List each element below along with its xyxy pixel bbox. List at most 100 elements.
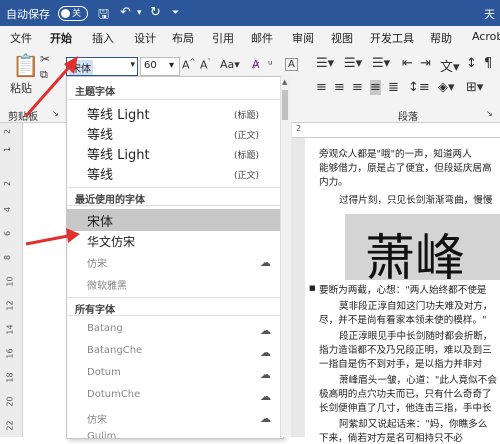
tab-file[interactable]: 文件: [10, 30, 32, 46]
borders-icon[interactable]: ⊞▾: [466, 80, 483, 95]
cloud-download-icon[interactable]: ☁: [260, 432, 271, 438]
tab-layout[interactable]: 布局: [172, 30, 194, 46]
selected-text-highlight[interactable]: 萧峰: [345, 214, 500, 287]
autosave-toggle[interactable]: 关: [58, 6, 88, 21]
font-option-name: 等线 Light: [87, 108, 150, 123]
document-line: 阿紫却又说起话来："妈，你瞧多么: [339, 419, 488, 430]
divider: [67, 99, 281, 100]
align-right-icon[interactable]: ≡: [352, 80, 363, 95]
document-line: 极高明的点穴功夫而已，只有什么奇奇了: [319, 389, 492, 400]
tab-review[interactable]: 审阅: [292, 30, 314, 46]
undo-icon[interactable]: ↶: [120, 5, 131, 20]
ribbon-tabs: 文件 开始 插入 设计 布局 引用 邮件 审阅 视图 开发工具 帮助 Acrob: [0, 26, 500, 51]
font-option[interactable]: Gulim ☁: [67, 429, 281, 438]
chevron-down-icon[interactable]: ▾: [130, 60, 135, 70]
multilevel-list-icon[interactable]: ☰▾: [372, 56, 390, 71]
shading-icon[interactable]: ◈▾: [438, 80, 455, 95]
ruler-mark: 18: [5, 372, 15, 383]
font-option[interactable]: Batang ☁: [67, 321, 281, 341]
font-option-name: Dotum: [87, 367, 121, 378]
font-size-value: 60: [144, 60, 157, 71]
font-option[interactable]: BatangChe ☁: [67, 343, 281, 363]
cloud-download-icon[interactable]: ☁: [260, 324, 271, 337]
dropdown-scrollbar[interactable]: [280, 76, 291, 437]
font-option[interactable]: 等线 Light (标题): [67, 143, 281, 163]
font-option[interactable]: 等线 (正文): [67, 163, 281, 183]
cloud-download-icon[interactable]: ☁: [260, 390, 271, 403]
font-option-tag: (正文): [233, 131, 259, 141]
title-bar: 自动保存 关 🖫 ↶ ▾ ↻ ⏷ 天: [0, 0, 500, 26]
font-option[interactable]: DotumChe ☁: [67, 387, 281, 407]
shrink-font-icon[interactable]: Aˇ: [200, 58, 211, 72]
show-marks-icon[interactable]: ¶: [484, 56, 492, 71]
tab-view[interactable]: 视图: [331, 30, 353, 46]
font-option[interactable]: 仿宋 ☁: [67, 253, 281, 273]
align-center-icon[interactable]: ≡: [334, 80, 345, 95]
clear-formatting-icon[interactable]: A̷: [252, 58, 260, 71]
line-spacing-icon[interactable]: ↕≡: [408, 80, 430, 95]
document-line: 内力。: [319, 177, 348, 188]
font-option-name: BatangChe: [87, 345, 143, 356]
cloud-download-icon[interactable]: ☁: [260, 346, 271, 359]
chevron-down-icon[interactable]: ▾: [169, 60, 174, 71]
vertical-ruler: 2 1 2 4 6 8 10 12 14 16 18 20 22: [0, 123, 23, 437]
font-option-selected[interactable]: 宋体: [67, 209, 281, 231]
font-size-combobox[interactable]: 60 ▾: [140, 57, 180, 76]
grow-font-icon[interactable]: A^: [182, 58, 195, 72]
font-option[interactable]: Dotum ☁: [67, 365, 281, 385]
character-border-icon[interactable]: A: [285, 58, 298, 71]
dropdown-scrollbar-thumb[interactable]: [282, 90, 288, 120]
font-option[interactable]: 仿宋 ☁: [67, 409, 281, 429]
change-case-icon[interactable]: Aa▾: [220, 58, 240, 71]
tab-design[interactable]: 设计: [134, 30, 156, 46]
decrease-indent-icon[interactable]: ⇤: [402, 56, 413, 71]
toggle-knob: [61, 9, 70, 18]
redo-icon[interactable]: ↻: [150, 5, 161, 20]
font-option-tag: (标题): [233, 151, 259, 161]
cloud-download-icon[interactable]: ☁: [260, 368, 271, 381]
ruler-mark: 20: [5, 396, 15, 407]
customize-quick-access-icon[interactable]: ⏷: [172, 8, 179, 18]
font-option[interactable]: 华文仿宋: [67, 231, 281, 251]
tab-mailings[interactable]: 邮件: [251, 30, 273, 46]
font-option[interactable]: 等线 (正文): [67, 123, 281, 143]
tab-acrobat[interactable]: Acrob: [472, 30, 500, 43]
document-line: 能够借力，原是占了便宜，但段延庆居高: [319, 163, 492, 174]
font-option[interactable]: 等线 Light (标题): [67, 103, 281, 123]
tab-developer[interactable]: 开发工具: [370, 30, 414, 46]
document-line: 一指自是伤不到对手，是以指力并非对: [319, 359, 483, 370]
tab-home[interactable]: 开始: [50, 30, 72, 51]
numbering-icon[interactable]: ☰▾: [344, 56, 362, 71]
tab-help[interactable]: 帮助: [430, 30, 452, 46]
tab-insert[interactable]: 插入: [92, 30, 114, 46]
document-page[interactable]: 旁观众人都是"哦"的一声，知道两人 能够借力，原是占了便宜，但段延庆居高 内力。…: [305, 138, 500, 444]
sort-icon[interactable]: ↕: [466, 56, 477, 71]
paragraph-launcher-icon[interactable]: ↘: [486, 109, 493, 118]
font-option-name: 仿宋: [87, 259, 107, 270]
font-option-name: 等线 Light: [87, 148, 150, 163]
cloud-download-icon[interactable]: ☁: [260, 256, 271, 269]
save-icon[interactable]: 🖫: [98, 5, 109, 27]
tab-references[interactable]: 引用: [212, 30, 234, 46]
phonetic-guide-icon[interactable]: ᵘ: [268, 58, 272, 71]
bullets-icon[interactable]: ☰▾: [316, 56, 334, 71]
font-option-name: 华文仿宋: [87, 235, 136, 249]
justify-icon[interactable]: ≡: [370, 80, 381, 95]
ruler-mark: 6: [3, 230, 13, 237]
ruler-mark: 14: [5, 324, 15, 335]
align-left-icon[interactable]: ≡: [316, 80, 327, 95]
undo-dropdown-icon[interactable]: ▾: [137, 8, 142, 18]
font-option[interactable]: 微软雅黑: [67, 275, 281, 295]
scroll-up-icon[interactable]: ▲: [282, 78, 287, 86]
distributed-icon[interactable]: ≣: [388, 80, 399, 95]
document-line: 旁观众人都是"哦"的一声，知道两人: [319, 149, 472, 160]
divider: [67, 315, 281, 316]
paragraph-group-label: 段落: [398, 112, 418, 123]
document-line: 长剑便伸直了几寸，他连击三指，手中长: [319, 403, 492, 414]
paragraph-marker: ■: [309, 284, 316, 292]
cloud-download-icon[interactable]: ☁: [260, 412, 271, 425]
chinese-layout-icon[interactable]: 文▾: [440, 56, 460, 75]
ruler-mark: 2: [3, 128, 13, 135]
increase-indent-icon[interactable]: ⇥: [420, 56, 431, 71]
font-option-name: 等线: [87, 168, 114, 183]
